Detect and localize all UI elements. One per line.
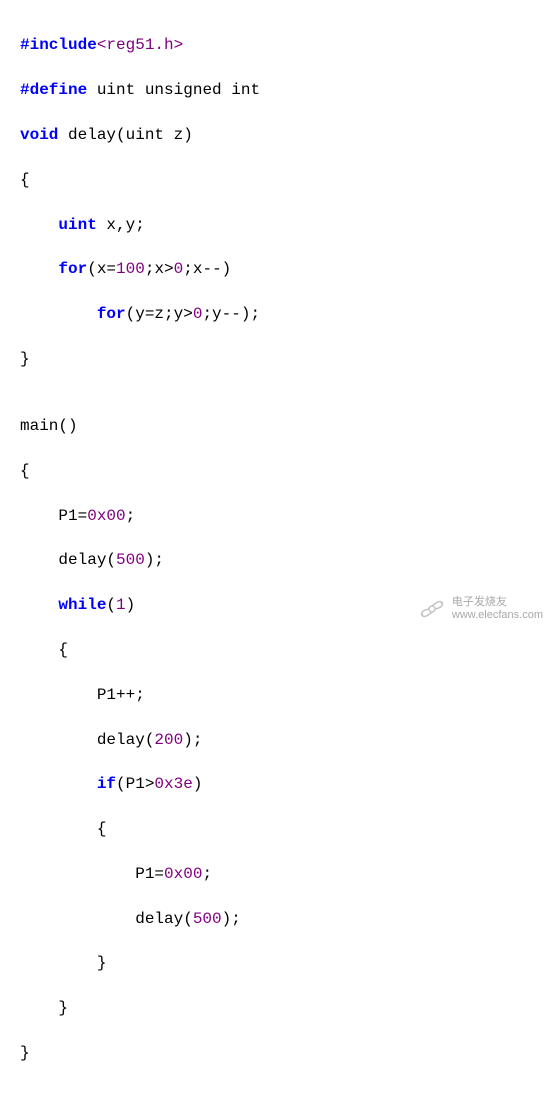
- preprocessor: #include: [20, 36, 97, 54]
- watermark-url: www.elecfans.com: [452, 609, 543, 622]
- keyword: while: [58, 596, 106, 614]
- code-line: #define uint unsigned int: [20, 79, 533, 101]
- number: 0x00: [87, 507, 125, 525]
- code-line: {: [20, 639, 533, 661]
- keyword: for: [97, 305, 126, 323]
- keyword: uint: [58, 216, 96, 234]
- number: 0: [174, 260, 184, 278]
- watermark-title: 电子发烧友: [452, 596, 543, 609]
- code-line: }: [20, 1042, 533, 1064]
- code-line: if(P1>0x3e): [20, 773, 533, 795]
- number: 0x00: [164, 865, 202, 883]
- number: 500: [116, 551, 145, 569]
- code-line: #include<reg51.h>: [20, 34, 533, 56]
- func-decl: main(): [20, 417, 78, 435]
- code-line: }: [20, 952, 533, 974]
- code-line: P1=0x00;: [20, 863, 533, 885]
- code-block: #include<reg51.h> #define uint unsigned …: [0, 0, 553, 1099]
- macro-def: uint unsigned int: [87, 81, 260, 99]
- code-line: {: [20, 460, 533, 482]
- code-line: void delay(uint z): [20, 124, 533, 146]
- number: 500: [193, 910, 222, 928]
- code-line: {: [20, 169, 533, 191]
- code-line: }: [20, 997, 533, 1019]
- code-line: uint x,y;: [20, 214, 533, 236]
- watermark-icon: [418, 595, 446, 623]
- number: 0: [193, 305, 203, 323]
- number: 100: [116, 260, 145, 278]
- code-line: for(y=z;y>0;y--);: [20, 303, 533, 325]
- func-decl: delay(uint z): [58, 126, 192, 144]
- number: 200: [154, 731, 183, 749]
- code-line: }: [20, 348, 533, 370]
- keyword: if: [97, 775, 116, 793]
- code-line: main(): [20, 415, 533, 437]
- code-line: P1++;: [20, 684, 533, 706]
- watermark-text: 电子发烧友 www.elecfans.com: [452, 596, 543, 622]
- header-name: <reg51.h>: [97, 36, 183, 54]
- keyword: void: [20, 126, 58, 144]
- code-line: delay(500);: [20, 908, 533, 930]
- code-line: P1=0x00;: [20, 505, 533, 527]
- code-line: for(x=100;x>0;x--): [20, 258, 533, 280]
- code-line: delay(200);: [20, 729, 533, 751]
- code-line: {: [20, 818, 533, 840]
- watermark: 电子发烧友 www.elecfans.com: [418, 595, 543, 623]
- preprocessor: #define: [20, 81, 87, 99]
- code-line: delay(500);: [20, 549, 533, 571]
- number: 1: [116, 596, 126, 614]
- number: 0x3e: [154, 775, 192, 793]
- keyword: for: [58, 260, 87, 278]
